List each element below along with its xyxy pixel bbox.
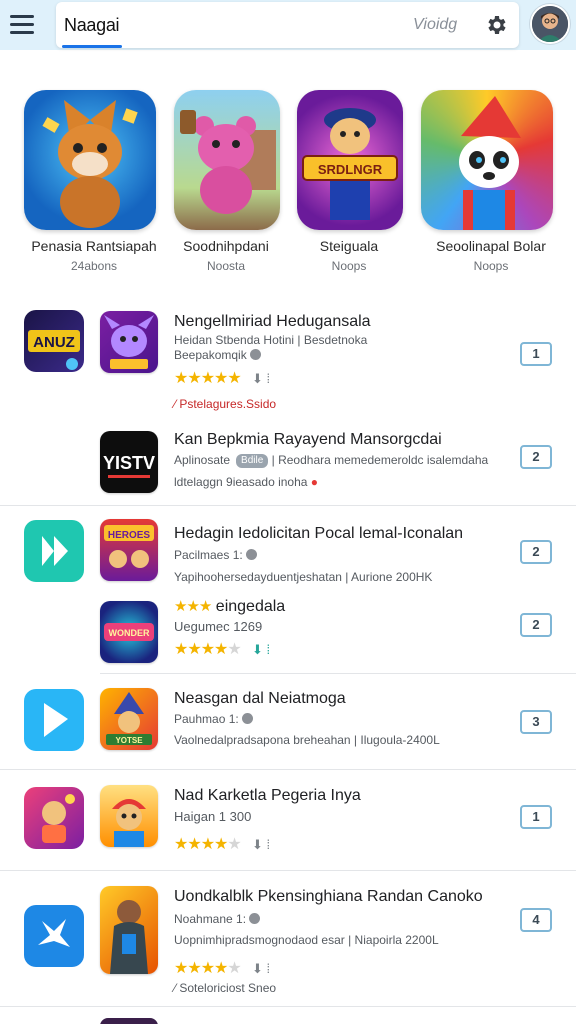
blue-rabbit-icon[interactable] xyxy=(24,905,84,967)
search-hint: Vioidg xyxy=(413,16,458,33)
info-icon xyxy=(245,549,257,560)
row-detail: Pauhmao 1: xyxy=(174,712,253,726)
row-title[interactable]: Nengellmiriad Hedugansala xyxy=(174,313,371,331)
fox-hero-game-icon[interactable] xyxy=(24,90,156,230)
row-detail: Pacilmaes 1: xyxy=(174,548,257,562)
star-rating: ★★★★★ xyxy=(174,641,242,658)
row-title[interactable]: Kan Bepkmia Rayayend Mansorgcdai xyxy=(174,431,442,449)
row-detail-2: Beepakomqik xyxy=(174,348,261,362)
featured-game-subtitle: Noops xyxy=(473,259,509,273)
red-cap-hero-game-icon[interactable] xyxy=(100,785,158,847)
game-logo-text: WONDER xyxy=(109,628,150,638)
list-item[interactable]: YISTV Kan Bepkmia Rayayend Mansorgcdai A… xyxy=(100,429,576,493)
rank-badge[interactable]: 2 xyxy=(520,540,552,564)
blue-play-icon[interactable] xyxy=(24,689,84,751)
row-title[interactable]: ★★★ eingedala xyxy=(174,597,285,616)
user-avatar[interactable] xyxy=(530,4,570,44)
hamburger-menu-icon[interactable] xyxy=(10,9,42,39)
row-detail-2: ldtelaggn 9ieasado inoha ● xyxy=(174,475,319,489)
featured-game-title: Steiguala xyxy=(319,238,379,254)
title-stars: ★★★ xyxy=(174,598,212,615)
info-icon xyxy=(249,913,261,924)
wizard-hat-game-icon[interactable]: YOTSE xyxy=(100,688,158,750)
row-detail-2: Vaolnedalpradsapona breheahan | Ilugoula… xyxy=(174,733,440,747)
featured-games: Penasia Rantsiapah 24abons Soodnihpdani … xyxy=(0,88,576,278)
promo-note: ⁄ Pstelagures.Ssido xyxy=(174,397,277,411)
tv-channel-app-icon[interactable]: YISTV xyxy=(100,431,158,493)
row-detail: Haigan 1 300 xyxy=(174,809,252,824)
rank-badge[interactable]: 2 xyxy=(520,445,552,469)
rushy-logo-icon[interactable]: ANUZ xyxy=(24,310,84,372)
rank-badge[interactable]: 3 xyxy=(520,710,552,734)
star-rating: ★★★★★ xyxy=(174,836,242,853)
next-item-icon[interactable] xyxy=(100,1018,158,1024)
featured-game-title: Seoolinapal Bolar xyxy=(436,238,546,254)
search-bar[interactable]: Naagai Vioidg xyxy=(56,2,519,48)
row-detail-2: Yapihoohersedayduentjeshatan | Aurione 2… xyxy=(174,570,433,584)
avatar-face-icon xyxy=(532,6,568,42)
info-icon xyxy=(241,713,253,724)
row-detail-2: Uopnimhipradsmognodaod esar | Niapoirla … xyxy=(174,933,439,947)
pink-bear-game-icon[interactable] xyxy=(174,90,280,230)
list-item[interactable]: Uondkalblk Pkensinghiana Randan Canoko N… xyxy=(100,886,576,996)
neon-wonder-game-icon[interactable]: WONDER xyxy=(100,601,158,663)
group-logo-text: ANUZ xyxy=(33,334,75,351)
divider xyxy=(0,1006,576,1007)
list-item[interactable]: WONDER ★★★ eingedala Uegumec 1269 ★★★★★ … xyxy=(100,597,576,663)
row-detail: Aplinosate Bdile | Reodhara memedemeroldc… xyxy=(174,453,489,468)
teal-play-icon[interactable] xyxy=(24,520,84,582)
download-icon: ⬇︎ ⁞ xyxy=(252,961,271,976)
game-logo-text: SRDLNGR xyxy=(318,162,383,177)
rank-badge[interactable]: 1 xyxy=(520,342,552,366)
app-logo-text: YISTV xyxy=(103,453,155,473)
heart-icon: ● xyxy=(310,475,319,489)
list-item[interactable]: Nengellmiriad Hedugansala Heidan Stbenda… xyxy=(100,311,576,415)
list-item[interactable]: HEROES Hedagin Iedolicitan Pocal lemal-I… xyxy=(100,519,576,584)
gear-icon[interactable] xyxy=(484,13,508,37)
row-title[interactable]: Neasgan dal Neiatmoga xyxy=(174,690,346,708)
row-title[interactable]: Uondkalblk Pkensinghiana Randan Canoko xyxy=(174,888,483,906)
row-title[interactable]: Hedagin Iedolicitan Pocal lemal-Iconalan xyxy=(174,525,463,543)
game-logo-text: YOTSE xyxy=(115,736,143,745)
heroes-party-game-icon[interactable]: HEROES xyxy=(100,519,158,581)
category-tag: Bdile xyxy=(236,454,269,468)
featured-game-subtitle: Noops xyxy=(331,259,367,273)
app-header: Naagai Vioidg xyxy=(0,0,576,50)
row-detail: Uegumec 1269 xyxy=(174,619,263,634)
divider xyxy=(100,673,576,674)
divider xyxy=(0,505,576,506)
game-logo-text: HEROES xyxy=(108,530,151,541)
info-icon xyxy=(249,349,261,360)
download-icon: ⬇︎ ⁞ xyxy=(252,371,271,386)
rank-badge[interactable]: 1 xyxy=(520,805,552,829)
divider xyxy=(0,769,576,770)
search-input[interactable]: Naagai xyxy=(64,15,120,36)
row-title[interactable]: Nad Karketla Pegeria Inya xyxy=(174,787,361,805)
row-detail: Heidan Stbenda Hotini | Besdetnoka xyxy=(174,333,368,347)
star-rating: ★★★★★ xyxy=(174,960,242,977)
pirate-runner-game-icon[interactable]: SRDLNGR xyxy=(297,90,403,230)
rank-badge[interactable]: 4 xyxy=(520,908,552,932)
purple-dragon-game-icon[interactable] xyxy=(100,311,158,373)
rank-badge[interactable]: 2 xyxy=(520,613,552,637)
panda-wizard-game-icon[interactable] xyxy=(421,90,553,230)
search-underline xyxy=(62,45,122,48)
promo-note: ⁄ Soteloriciost Sneo xyxy=(174,981,277,995)
pink-kid-game-icon[interactable] xyxy=(24,787,84,849)
download-icon: ⬇︎ ⁞ xyxy=(252,642,271,657)
row-detail: Noahmane 1: xyxy=(174,912,261,926)
list-item[interactable]: Nad Karketla Pegeria Inya Haigan 1 300 ★… xyxy=(100,785,576,855)
divider xyxy=(0,870,576,871)
download-icon: ⬇︎ ⁞ xyxy=(252,837,271,852)
list-item[interactable]: YOTSE Neasgan dal Neiatmoga Pauhmao 1: V… xyxy=(100,688,576,752)
warrior-portrait-game-icon[interactable] xyxy=(100,886,158,974)
star-rating: ★★★★★ xyxy=(174,370,242,387)
